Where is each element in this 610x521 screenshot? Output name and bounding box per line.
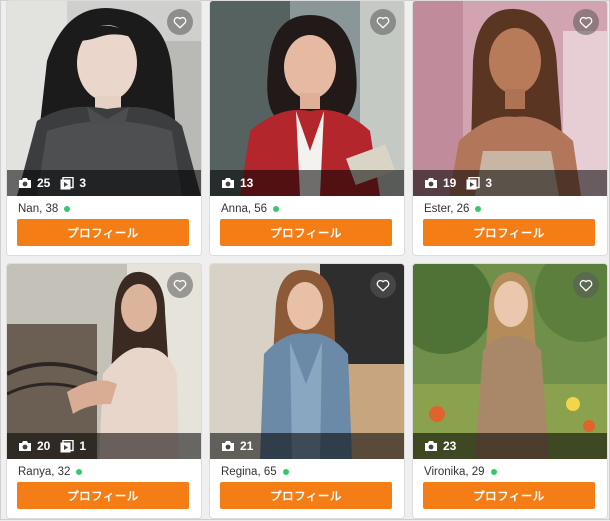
profile-name-age[interactable]: Ester, 26 (424, 203, 469, 215)
heart-outline-icon (579, 279, 593, 291)
camera-icon (19, 441, 31, 451)
photo-count[interactable]: 20 (18, 439, 50, 453)
view-profile-button[interactable]: プロフィール (220, 482, 392, 509)
profile-name-age[interactable]: Anna, 56 (221, 203, 267, 215)
view-profile-button[interactable]: プロフィール (17, 482, 189, 509)
photo-count-value: 20 (37, 439, 51, 453)
profile-meta: Vironika, 29 (424, 465, 497, 479)
video-play-icon (60, 176, 75, 189)
photo-count[interactable]: 23 (424, 439, 456, 453)
profile-meta: Ester, 26 (424, 202, 482, 216)
online-status-dot (490, 469, 497, 475)
video-count[interactable]: 3 (60, 176, 86, 190)
online-status-dot (273, 206, 280, 212)
photo-count[interactable]: 13 (221, 176, 253, 190)
profile-name-age[interactable]: Nan, 38 (18, 203, 58, 215)
profile-photo[interactable]: 23 (413, 264, 607, 459)
profile-card[interactable]: 19 3 Ester, 26 プロフィール (413, 1, 607, 255)
media-stats-bar: 23 (413, 433, 607, 459)
online-status-dot (76, 469, 83, 475)
profile-grid-frame: 25 3 Nan, 38 プロフィール 13 Anna, 56 プロフィール 1… (0, 0, 610, 520)
view-profile-button[interactable]: プロフィール (17, 219, 189, 246)
profile-card[interactable]: 21 Regina, 65 プロフィール (210, 264, 404, 518)
favorite-button[interactable] (573, 272, 599, 298)
favorite-button[interactable] (167, 9, 193, 35)
profile-meta: Anna, 56 (221, 202, 280, 216)
photo-count[interactable]: 25 (18, 176, 50, 190)
profile-grid: 25 3 Nan, 38 プロフィール 13 Anna, 56 プロフィール 1… (1, 1, 610, 521)
video-count-value: 1 (79, 439, 87, 453)
view-profile-button[interactable]: プロフィール (220, 219, 392, 246)
profile-name-age[interactable]: Vironika, 29 (424, 466, 485, 478)
video-count[interactable]: 1 (60, 439, 86, 453)
profile-meta: Nan, 38 (18, 202, 71, 216)
profile-card[interactable]: 23 Vironika, 29 プロフィール (413, 264, 607, 518)
profile-photo[interactable]: 19 3 (413, 1, 607, 196)
photo-count-value: 25 (37, 176, 51, 190)
online-status-dot (475, 206, 482, 212)
profile-card[interactable]: 20 1 Ranya, 32 プロフィール (7, 264, 201, 518)
heart-outline-icon (376, 279, 390, 291)
heart-outline-icon (173, 279, 187, 291)
profile-card[interactable]: 25 3 Nan, 38 プロフィール (7, 1, 201, 255)
camera-icon (19, 178, 31, 188)
camera-icon (425, 441, 437, 451)
media-stats-bar: 21 (210, 433, 404, 459)
photo-count-value: 21 (240, 439, 254, 453)
online-status-dot (282, 469, 289, 475)
profile-photo[interactable]: 21 (210, 264, 404, 459)
online-status-dot (64, 206, 71, 212)
photo-count-value: 19 (443, 176, 457, 190)
heart-outline-icon (173, 16, 187, 28)
video-count[interactable]: 3 (466, 176, 492, 190)
media-stats-bar: 20 1 (7, 433, 201, 459)
profile-card[interactable]: 13 Anna, 56 プロフィール (210, 1, 404, 255)
video-count-value: 3 (79, 176, 87, 190)
profile-photo[interactable]: 13 (210, 1, 404, 196)
photo-count[interactable]: 21 (221, 439, 253, 453)
favorite-button[interactable] (573, 9, 599, 35)
profile-name-age[interactable]: Regina, 65 (221, 466, 277, 478)
video-play-icon (466, 176, 481, 189)
media-stats-bar: 19 3 (413, 170, 607, 196)
media-stats-bar: 13 (210, 170, 404, 196)
view-profile-button[interactable]: プロフィール (423, 482, 595, 509)
camera-icon (222, 178, 234, 188)
profile-meta: Ranya, 32 (18, 465, 83, 479)
favorite-button[interactable] (370, 272, 396, 298)
photo-count-value: 13 (240, 176, 254, 190)
camera-icon (425, 178, 437, 188)
heart-outline-icon (376, 16, 390, 28)
media-stats-bar: 25 3 (7, 170, 201, 196)
profile-name-age[interactable]: Ranya, 32 (18, 466, 70, 478)
profile-photo[interactable]: 20 1 (7, 264, 201, 459)
view-profile-button[interactable]: プロフィール (423, 219, 595, 246)
profile-photo[interactable]: 25 3 (7, 1, 201, 196)
camera-icon (222, 441, 234, 451)
heart-outline-icon (579, 16, 593, 28)
favorite-button[interactable] (370, 9, 396, 35)
photo-count[interactable]: 19 (424, 176, 456, 190)
video-play-icon (60, 439, 75, 452)
photo-count-value: 23 (443, 439, 457, 453)
favorite-button[interactable] (167, 272, 193, 298)
video-count-value: 3 (485, 176, 493, 190)
profile-meta: Regina, 65 (221, 465, 289, 479)
